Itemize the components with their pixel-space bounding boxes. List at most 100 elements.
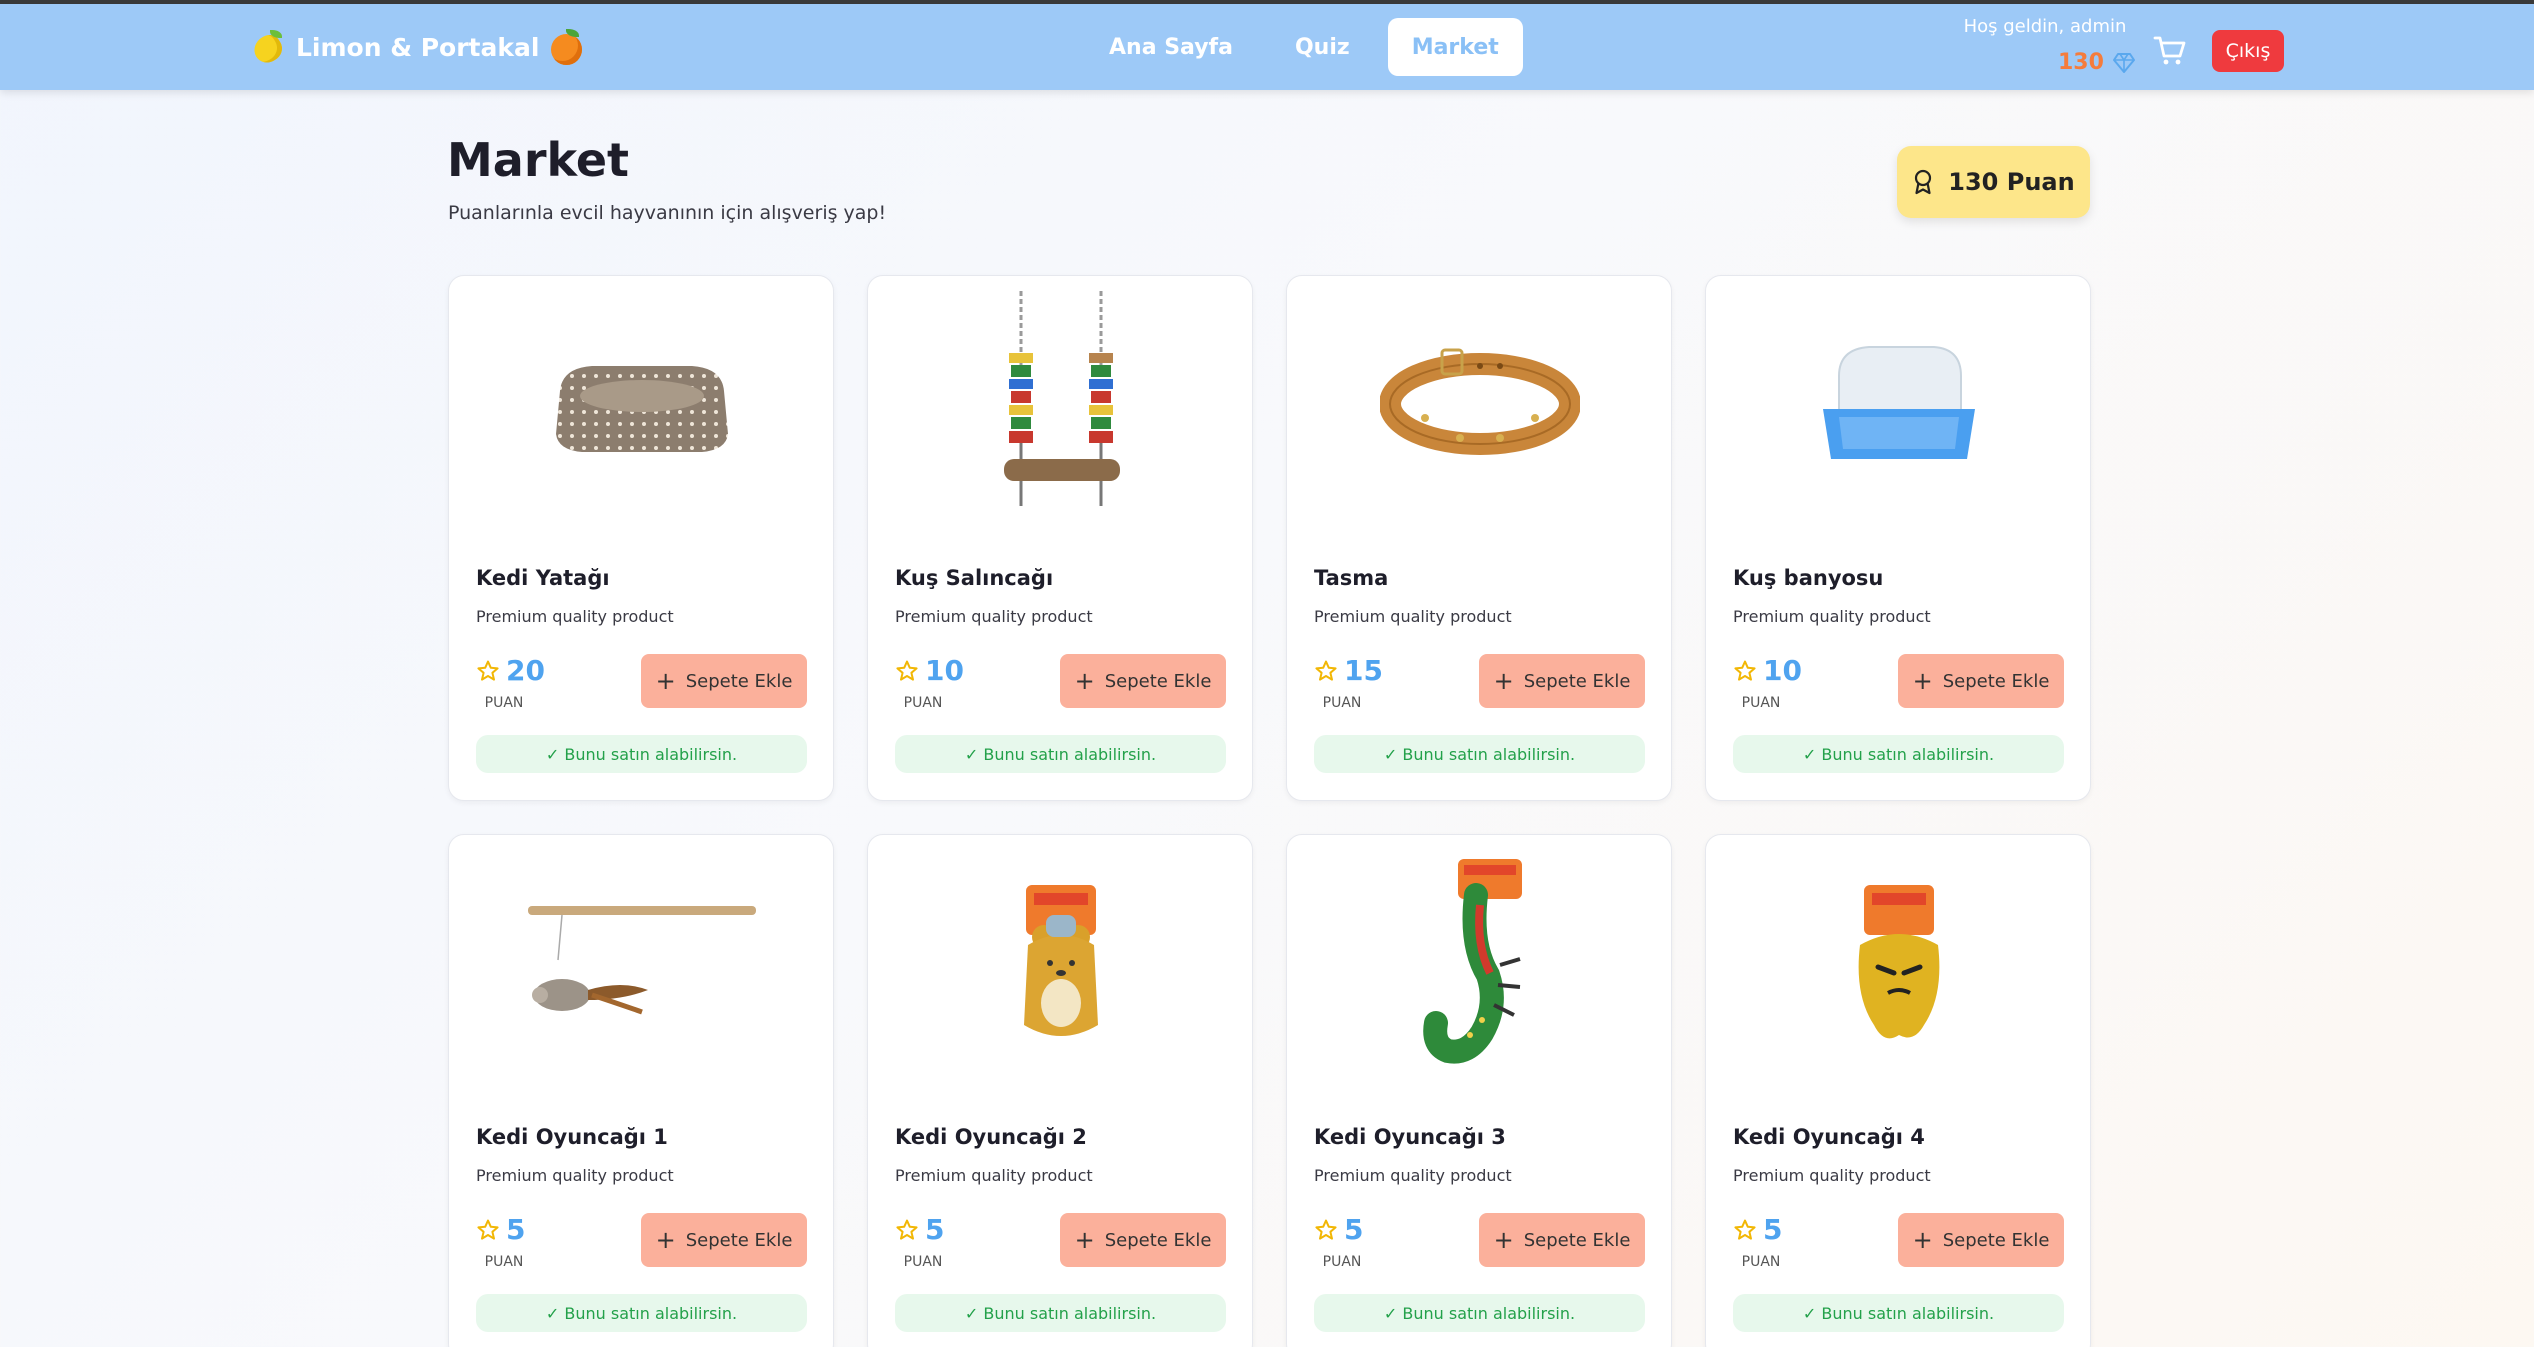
add-to-cart-label: Sepete Ekle — [1104, 670, 1212, 692]
star-icon — [1315, 1219, 1337, 1240]
product-name: Kedi Oyuncağı 4 — [1733, 1125, 1925, 1149]
add-to-cart-label: Sepete Ekle — [685, 670, 793, 692]
shopping-cart-icon — [2153, 36, 2186, 65]
add-to-cart-button[interactable]: + Sepete Ekle — [641, 1213, 807, 1267]
cart-button[interactable] — [2152, 32, 2188, 68]
plus-icon: + — [1493, 1226, 1514, 1254]
product-description: Premium quality product — [895, 1166, 1093, 1185]
affordable-status: ✓ Bunu satın alabilirsin. — [476, 1294, 807, 1332]
product-description: Premium quality product — [1733, 1166, 1931, 1185]
cat-bed-icon — [556, 366, 728, 452]
orange-icon — [549, 29, 585, 65]
diamond-icon — [2112, 52, 2135, 73]
add-to-cart-button[interactable]: + Sepete Ekle — [1898, 1213, 2064, 1267]
collar-icon — [1380, 348, 1580, 455]
logout-button[interactable]: Çıkış — [2212, 30, 2284, 72]
affordable-status: ✓ Bunu satın alabilirsin. — [1314, 735, 1645, 773]
star-icon — [477, 1219, 499, 1240]
brand-logo[interactable]: Limon & Portakal — [249, 24, 585, 70]
main-nav: Ana Sayfa Quiz Market — [1085, 18, 1523, 76]
product-price: 20 — [476, 654, 545, 687]
top-navbar: Limon & Portakal Ana Sayfa Quiz Market H… — [0, 4, 2534, 90]
product-image — [1706, 276, 2090, 536]
price-value: 15 — [1344, 654, 1383, 687]
page-title: Market — [447, 133, 630, 187]
price-unit: PUAN — [903, 1254, 943, 1270]
product-price: 5 — [476, 1213, 525, 1246]
price-unit: PUAN — [1741, 695, 1781, 711]
price-unit: PUAN — [1741, 1254, 1781, 1270]
price-unit: PUAN — [1322, 695, 1362, 711]
price-unit: PUAN — [1322, 1254, 1362, 1270]
product-name: Kedi Oyuncağı 2 — [895, 1125, 1087, 1149]
price-value: 5 — [1763, 1213, 1783, 1246]
award-icon — [1915, 169, 1932, 195]
price-value: 10 — [925, 654, 964, 687]
lemon-icon — [249, 30, 287, 68]
plus-icon: + — [1493, 667, 1514, 695]
product-card: Kuş Salıncağı Premium quality product 10… — [867, 275, 1253, 801]
affordable-status: ✓ Bunu satın alabilirsin. — [1733, 735, 2064, 773]
star-icon — [1734, 660, 1756, 681]
points-balance-badge: 130 Puan — [1897, 146, 2090, 218]
add-to-cart-label: Sepete Ekle — [685, 1229, 793, 1251]
product-description: Premium quality product — [895, 607, 1093, 626]
star-icon — [896, 1219, 918, 1240]
product-price: 5 — [1733, 1213, 1782, 1246]
add-to-cart-button[interactable]: + Sepete Ekle — [1060, 1213, 1226, 1267]
product-card: Tasma Premium quality product 15 PUAN + … — [1286, 275, 1672, 801]
price-value: 5 — [506, 1213, 526, 1246]
product-name: Kedi Yatağı — [476, 566, 610, 590]
product-description: Premium quality product — [1733, 607, 1931, 626]
product-grid: Kedi Yatağı Premium quality product 20 P… — [448, 275, 2091, 1347]
add-to-cart-button[interactable]: + Sepete Ekle — [1060, 654, 1226, 708]
product-name: Kedi Oyuncağı 3 — [1314, 1125, 1506, 1149]
bird-swing-icon — [1004, 291, 1120, 506]
affordable-status: ✓ Bunu satın alabilirsin. — [895, 735, 1226, 773]
wand-mouse-toy-icon — [528, 906, 756, 1015]
page-subtitle: Puanlarınla evcil hayvanının için alışve… — [448, 202, 887, 224]
product-image — [1287, 276, 1671, 536]
star-icon — [896, 660, 918, 681]
add-to-cart-button[interactable]: + Sepete Ekle — [1898, 654, 2064, 708]
add-to-cart-label: Sepete Ekle — [1942, 670, 2050, 692]
product-image — [1706, 835, 2090, 1095]
add-to-cart-button[interactable]: + Sepete Ekle — [1479, 1213, 1645, 1267]
product-card: Kedi Oyuncağı 1 Premium quality product … — [448, 834, 834, 1347]
add-to-cart-button[interactable]: + Sepete Ekle — [641, 654, 807, 708]
nav-quiz[interactable]: Quiz — [1271, 18, 1374, 76]
product-image — [449, 835, 833, 1095]
crocodile-toy-icon — [1423, 859, 1522, 1064]
affordable-status: ✓ Bunu satın alabilirsin. — [1314, 1294, 1645, 1332]
product-price: 10 — [895, 654, 964, 687]
add-to-cart-label: Sepete Ekle — [1523, 1229, 1631, 1251]
nav-home[interactable]: Ana Sayfa — [1085, 18, 1257, 76]
product-description: Premium quality product — [1314, 607, 1512, 626]
product-card: Kedi Oyuncağı 4 Premium quality product … — [1705, 834, 2091, 1347]
affordable-status: ✓ Bunu satın alabilirsin. — [895, 1294, 1226, 1332]
affordable-status: ✓ Bunu satın alabilirsin. — [1733, 1294, 2064, 1332]
price-value: 5 — [1344, 1213, 1364, 1246]
add-to-cart-button[interactable]: + Sepete Ekle — [1479, 654, 1645, 708]
product-image — [449, 276, 833, 536]
product-price: 15 — [1314, 654, 1383, 687]
user-points-value: 130 — [2058, 50, 2104, 75]
add-to-cart-label: Sepete Ekle — [1942, 1229, 2050, 1251]
nav-market[interactable]: Market — [1387, 18, 1523, 76]
product-card: Kedi Yatağı Premium quality product 20 P… — [448, 275, 834, 801]
plus-icon: + — [1912, 667, 1933, 695]
plus-icon: + — [655, 1226, 676, 1254]
brand-name: Limon & Portakal — [296, 32, 540, 62]
product-name: Kedi Oyuncağı 1 — [476, 1125, 668, 1149]
bear-toy-icon — [1024, 885, 1098, 1036]
price-unit: PUAN — [484, 1254, 524, 1270]
yellow-monster-toy-icon — [1858, 885, 1940, 1039]
welcome-text: Hoş geldin, admin — [1963, 16, 2127, 37]
product-price: 5 — [1314, 1213, 1363, 1246]
star-icon — [1315, 660, 1337, 681]
product-description: Premium quality product — [1314, 1166, 1512, 1185]
plus-icon: + — [655, 667, 676, 695]
star-icon — [1734, 1219, 1756, 1240]
product-description: Premium quality product — [476, 1166, 674, 1185]
plus-icon: + — [1912, 1226, 1933, 1254]
